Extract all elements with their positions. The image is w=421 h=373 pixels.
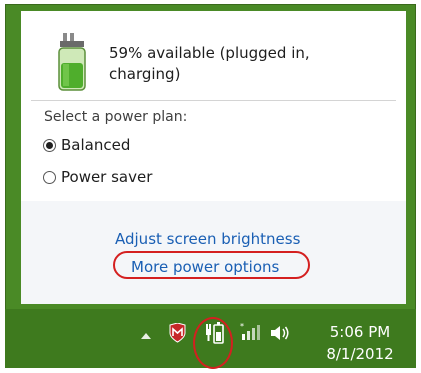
highlight-annotation	[193, 317, 233, 369]
power-plan-heading: Select a power plan:	[44, 109, 188, 125]
clock-date: 8/1/2012	[326, 345, 394, 363]
antivirus-shield-icon[interactable]	[169, 323, 186, 343]
svg-text:*: *	[240, 322, 244, 331]
adjust-brightness-link[interactable]: Adjust screen brightness	[115, 230, 300, 248]
power-plan-power-saver[interactable]: Power saver	[43, 168, 152, 186]
battery-status-line-2: charging)	[109, 65, 181, 83]
radio-selected-icon[interactable]	[43, 138, 56, 152]
volume-icon[interactable]	[270, 324, 290, 342]
battery-status-line-1: 59% available (plugged in,	[109, 44, 310, 62]
divider	[31, 100, 396, 101]
show-hidden-icons-icon[interactable]	[141, 333, 151, 339]
system-clock[interactable]: 5:06 PM 8/1/2012	[315, 321, 405, 365]
network-icon[interactable]: *	[240, 322, 262, 342]
radio-unselected-icon[interactable]	[43, 170, 56, 184]
power-plan-balanced-label: Balanced	[61, 136, 131, 154]
battery-status: 59% available (plugged in, charging)	[109, 43, 339, 85]
battery-plugged-icon	[58, 33, 86, 91]
clock-time: 5:06 PM	[329, 323, 391, 341]
taskbar-notification-area: * 5:06 PM 8/1/2012	[5, 309, 416, 369]
power-plan-power-saver-label: Power saver	[61, 168, 153, 186]
power-plan-balanced[interactable]: Balanced	[43, 136, 130, 154]
highlight-annotation	[113, 251, 310, 279]
